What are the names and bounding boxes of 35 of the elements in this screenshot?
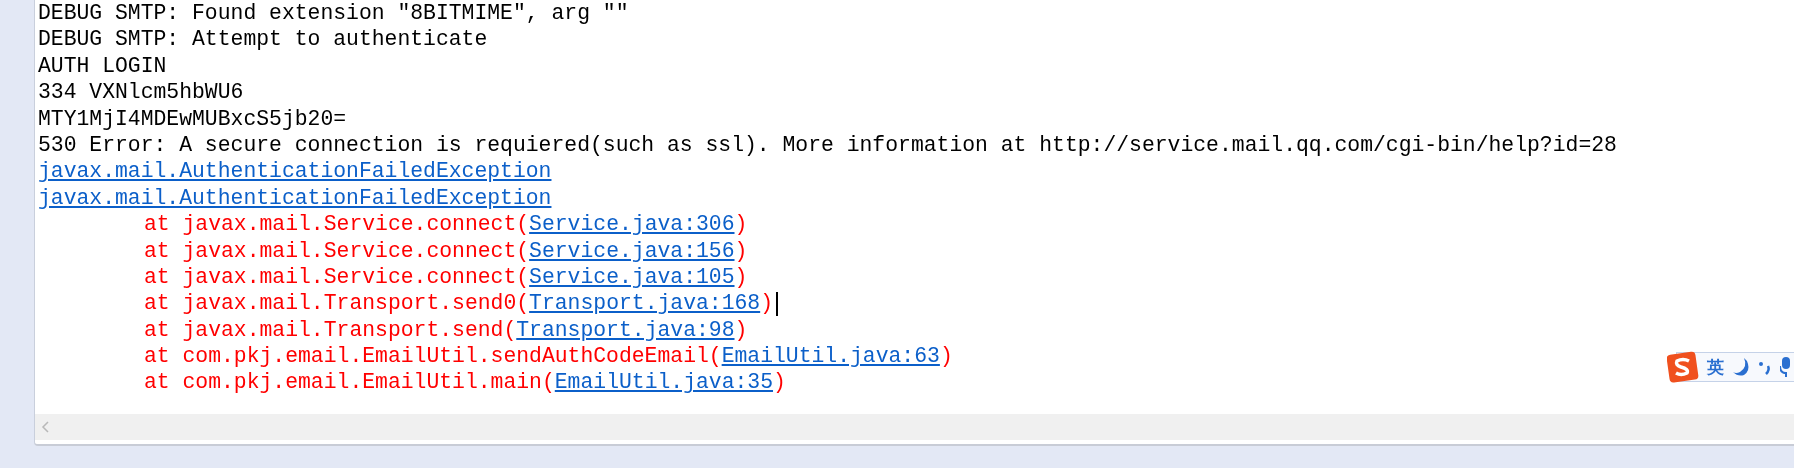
closing-paren: ) [734,264,748,289]
closing-paren: ) [939,344,953,369]
stack-frame-text: at com.pkj.email.EmailUtil.sendAuthCodeEmail( [144,344,722,369]
console-line: 334 VXNlcm5hbWU6 [38,79,245,106]
stack-frame-text: at javax.mail.Service.connect( [144,238,530,263]
console-line: 530 Error: A secure connection is requiered(such as ssl). More information at http://service.mail.qq.com/cgi-bin/help?id=28 [38,131,1618,159]
input-mode-toggle[interactable]: 英 [1707,355,1724,379]
stack-frame-text: at javax.mail.Service.connect( [144,264,530,289]
horizontal-scrollbar[interactable] [35,414,1794,440]
closing-paren: ) [734,317,748,342]
closing-paren: ) [734,212,748,237]
source-link[interactable]: Service.java:105 [529,264,735,289]
stack-frame-text: at javax.mail.Transport.send0( [144,291,530,316]
source-link[interactable]: Service.java:306 [529,212,735,237]
moon-icon[interactable] [1732,357,1750,377]
exception-link[interactable]: javax.mail.AuthenticationFailedException [38,159,552,184]
source-link[interactable]: Transport.java:168 [529,291,761,316]
closing-paren: ) [734,238,748,263]
exception-link[interactable]: javax.mail.AuthenticationFailedException [38,185,552,210]
text-cursor [776,291,778,316]
console-line: DEBUG SMTP: Attempt to authenticate [38,26,489,53]
microphone-icon[interactable] [1780,356,1790,378]
console-line: DEBUG SMTP: Found extension "8BITMIME", arg "" [38,0,630,27]
stack-frame-text: at com.pkj.email.EmailUtil.main( [144,370,555,395]
source-link[interactable]: Transport.java:98 [516,317,735,342]
source-link[interactable]: Service.java:156 [529,238,735,263]
console-line: AUTH LOGIN [38,52,168,80]
stack-frame-text: at javax.mail.Service.connect( [144,212,530,237]
source-link[interactable]: EmailUtil.java:35 [554,370,773,395]
source-link[interactable]: EmailUtil.java:63 [721,344,940,369]
stack-frame-text: at javax.mail.Transport.send( [144,317,517,342]
console-line: MTY1MjI4MDEwMUBxcS5jb20= [38,105,348,132]
ime-logo-icon[interactable] [1667,351,1699,383]
closing-paren: ) [773,370,786,395]
closing-paren: ) [760,291,773,316]
